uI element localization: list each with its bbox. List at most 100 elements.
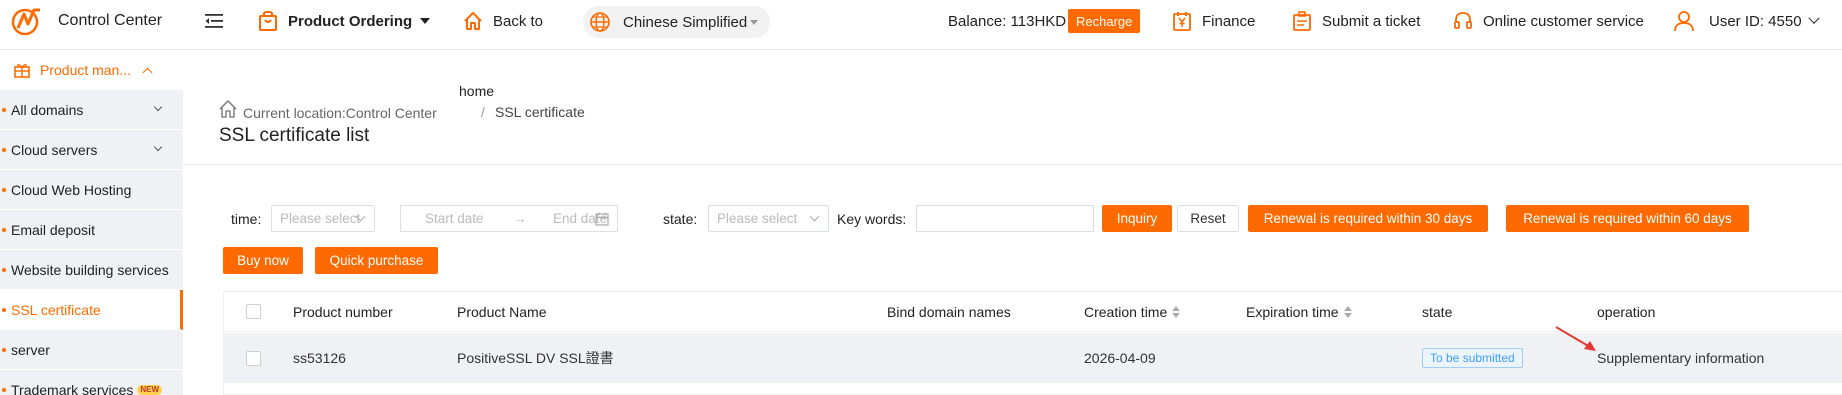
online-service-link[interactable]: Online customer service bbox=[1453, 0, 1644, 42]
bullet-dot bbox=[2, 108, 6, 112]
filter-bar: time: Please select Start date → End dat… bbox=[183, 205, 1842, 233]
bullet-dot bbox=[2, 308, 6, 312]
sidebar-item-label: SSL certificate bbox=[11, 301, 101, 318]
bullet-dot bbox=[2, 188, 6, 192]
product-number-cell: ss53126 bbox=[293, 350, 346, 366]
headset-icon bbox=[1454, 12, 1472, 29]
col-creation-time-label: Creation time bbox=[1084, 303, 1168, 320]
caret-down-icon bbox=[750, 20, 758, 25]
finance-icon bbox=[1173, 12, 1191, 31]
sidebar-item-website-building[interactable]: Website building services bbox=[0, 250, 183, 290]
user-menu[interactable]: User ID: 4550 bbox=[1673, 0, 1820, 42]
breadcrumb-home[interactable]: home bbox=[459, 83, 494, 99]
col-state: state bbox=[1422, 303, 1453, 320]
col-creation-time[interactable]: Creation time bbox=[1084, 292, 1181, 331]
start-date-input[interactable]: Start date bbox=[425, 211, 484, 226]
renew-60-days-button[interactable]: Renewal is required within 60 days bbox=[1506, 205, 1749, 232]
online-service-label: Online customer service bbox=[1483, 12, 1644, 30]
sidebar-item-label: server bbox=[11, 341, 50, 358]
main-content: Current location:Control Center home / S… bbox=[183, 50, 1842, 395]
sidebar-item-label: Cloud Web Hosting bbox=[11, 181, 132, 198]
account-balance: Balance: 113HKD bbox=[948, 12, 1067, 30]
col-operation: operation bbox=[1597, 303, 1656, 320]
home-icon bbox=[219, 100, 237, 118]
ssl-certificate-table: Product number Product Name Bind domain … bbox=[223, 291, 1842, 395]
keywords-input[interactable] bbox=[916, 205, 1094, 232]
status-badge: To be submitted bbox=[1422, 348, 1523, 368]
state-select[interactable]: Please select bbox=[708, 205, 829, 232]
keywords-label: Key words: bbox=[837, 210, 907, 227]
sidebar-item-email-deposit[interactable]: Email deposit bbox=[0, 210, 183, 250]
table-header: Product number Product Name Bind domain … bbox=[224, 292, 1842, 332]
buy-now-button[interactable]: Buy now bbox=[223, 247, 303, 274]
page-title: SSL certificate list bbox=[219, 125, 370, 146]
chevron-down-icon bbox=[1807, 12, 1820, 24]
submit-ticket-label: Submit a ticket bbox=[1322, 12, 1421, 30]
back-to-link[interactable]: Back to bbox=[463, 0, 543, 42]
chevron-down-icon bbox=[153, 102, 163, 112]
menu-fold-icon bbox=[205, 14, 223, 28]
product-name-cell: PositiveSSL DV SSL證書 bbox=[457, 350, 614, 366]
chevron-down-icon bbox=[153, 142, 163, 152]
sort-icon[interactable] bbox=[1172, 305, 1181, 318]
sidebar-item-label: All domains bbox=[11, 101, 84, 118]
sidebar-item-cloud-servers[interactable]: Cloud servers bbox=[0, 130, 183, 170]
select-all-checkbox[interactable] bbox=[246, 292, 261, 331]
logo-icon bbox=[11, 8, 40, 36]
shopping-bag-icon bbox=[259, 11, 277, 31]
sidebar-item-server[interactable]: server bbox=[0, 330, 183, 370]
caret-down-icon bbox=[420, 18, 431, 24]
reset-button[interactable]: Reset bbox=[1177, 205, 1239, 232]
sidebar-item-all-domains[interactable]: All domains bbox=[0, 90, 183, 130]
menu-toggle-button[interactable] bbox=[205, 0, 223, 42]
time-select[interactable]: Please select bbox=[271, 205, 375, 232]
range-arrow: → bbox=[513, 211, 527, 226]
time-label: time: bbox=[231, 210, 262, 227]
bullet-dot bbox=[2, 228, 6, 232]
date-range-picker[interactable]: Start date → End date bbox=[400, 205, 618, 232]
sidebar-item-label: Website building services bbox=[11, 261, 169, 278]
sidebar: Product man... All domains Cloud servers… bbox=[0, 50, 183, 395]
bullet-dot bbox=[2, 268, 6, 272]
col-product-name: Product Name bbox=[457, 303, 547, 320]
new-badge: NEW bbox=[137, 384, 163, 395]
chevron-up-icon bbox=[142, 67, 153, 77]
creation-time-cell: 2026-04-09 bbox=[1084, 350, 1156, 366]
state-label: state: bbox=[663, 210, 698, 227]
sort-icon[interactable] bbox=[1343, 305, 1352, 318]
inquiry-button[interactable]: Inquiry bbox=[1102, 205, 1172, 232]
product-ordering-menu[interactable]: Product Ordering bbox=[258, 0, 431, 42]
language-label: Chinese Simplified bbox=[623, 13, 748, 31]
back-to-label: Back to bbox=[493, 12, 544, 30]
chevron-down-icon bbox=[809, 211, 820, 222]
logo[interactable]: Control Center bbox=[10, 0, 162, 42]
quick-purchase-button[interactable]: Quick purchase bbox=[315, 247, 438, 274]
product-ordering-label: Product Ordering bbox=[288, 12, 413, 30]
breadcrumb-current-location[interactable]: Current location:Control Center bbox=[243, 105, 437, 121]
bullet-dot bbox=[2, 348, 6, 352]
breadcrumb-separator: / bbox=[481, 104, 485, 120]
sidebar-group-product-management[interactable]: Product man... bbox=[0, 50, 183, 90]
table-row: ss53126 PositiveSSL DV SSL證書 2026-04-09 … bbox=[224, 326, 1842, 383]
sidebar-item-cloud-web-hosting[interactable]: Cloud Web Hosting bbox=[0, 170, 183, 210]
col-expiration-time-label: Expiration time bbox=[1246, 303, 1339, 320]
recharge-button[interactable]: Recharge bbox=[1068, 9, 1141, 33]
app-root: Control Center Product Ordering Back to … bbox=[0, 0, 1842, 395]
app-title: Control Center bbox=[58, 12, 163, 29]
col-expiration-time[interactable]: Expiration time bbox=[1246, 292, 1352, 331]
sidebar-item-ssl-certificate[interactable]: SSL certificate bbox=[0, 290, 183, 330]
bullet-dot bbox=[2, 388, 6, 392]
language-select[interactable]: Chinese Simplified bbox=[583, 6, 770, 38]
checkbox[interactable] bbox=[246, 350, 261, 366]
sidebar-item-trademark-services[interactable]: Trademark services NEW bbox=[0, 370, 183, 395]
gift-box-icon bbox=[14, 64, 30, 78]
finance-label: Finance bbox=[1202, 12, 1256, 30]
finance-link[interactable]: Finance bbox=[1172, 0, 1255, 42]
submit-ticket-link[interactable]: Submit a ticket bbox=[1292, 0, 1420, 42]
checkbox[interactable] bbox=[246, 304, 261, 319]
renew-30-days-button[interactable]: Renewal is required within 30 days bbox=[1248, 205, 1488, 232]
row-checkbox[interactable] bbox=[246, 333, 261, 383]
supplementary-information-link[interactable]: Supplementary information bbox=[1597, 333, 1764, 383]
col-bind-domain-names: Bind domain names bbox=[887, 303, 1011, 320]
sidebar-group-label: Product man... bbox=[40, 62, 132, 78]
